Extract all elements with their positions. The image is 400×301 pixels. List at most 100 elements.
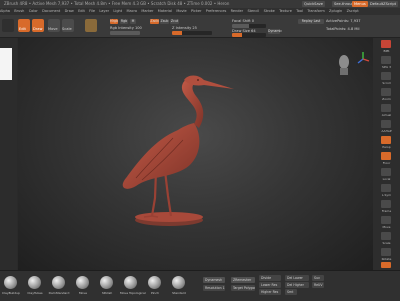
- persp-label: Persp: [382, 145, 391, 149]
- menu-brush[interactable]: Brush: [14, 8, 24, 15]
- higher-res-button[interactable]: Higher Res: [259, 289, 281, 295]
- bottom-tray: ClayBuildup ClayTubes DamStandard Move h…: [0, 270, 400, 301]
- zcut-toggle[interactable]: Zcut: [170, 19, 179, 24]
- lsym-icon[interactable]: [381, 184, 391, 192]
- menu-draw[interactable]: Draw: [65, 8, 74, 15]
- default-zscript-button[interactable]: DefaultZScript: [368, 1, 399, 7]
- menu-edit[interactable]: Edit: [78, 8, 85, 15]
- dynamic-toggle[interactable]: Dynamic: [268, 29, 282, 34]
- zsub-toggle[interactable]: Zsub: [160, 19, 169, 24]
- menu-movie[interactable]: Movie: [176, 8, 186, 15]
- quicksave-button[interactable]: QuickSave: [302, 1, 325, 7]
- zremesher-button[interactable]: ZRemesher: [231, 277, 255, 283]
- aahalf-label: AAHalf: [381, 129, 392, 133]
- solo-icon[interactable]: [381, 262, 391, 268]
- scale-button[interactable]: Scale: [62, 19, 74, 32]
- rgb-intensity-label: Rgb Intensity 100: [110, 26, 142, 30]
- menu-zplugin[interactable]: Zplugin: [329, 8, 342, 15]
- actual-label: Actual: [381, 113, 392, 117]
- del-lower-button[interactable]: Del Lower: [285, 275, 309, 281]
- canvas-viewport[interactable]: [18, 38, 373, 270]
- model-eye: [197, 79, 199, 81]
- mrgb-toggle[interactable]: Mrgb: [110, 19, 118, 24]
- dynamesh-button[interactable]: Dynamesh: [203, 277, 225, 283]
- menus-button[interactable]: Menus: [352, 1, 368, 7]
- menu-marker[interactable]: Marker: [141, 8, 153, 15]
- persp-icon[interactable]: [381, 136, 391, 144]
- menu-color[interactable]: Color: [29, 8, 38, 15]
- local-icon[interactable]: [381, 168, 391, 176]
- menu-material[interactable]: Material: [158, 8, 172, 15]
- menu-picker[interactable]: Picker: [191, 8, 201, 15]
- heron-model[interactable]: [18, 38, 373, 270]
- menu-macro[interactable]: Macro: [126, 8, 137, 15]
- draw-size-slider[interactable]: [232, 33, 266, 37]
- floor-label: Floor: [382, 161, 391, 165]
- main-color-swatch[interactable]: [0, 48, 12, 80]
- menu-tool[interactable]: Tool: [296, 8, 303, 15]
- menu-stencil[interactable]: Stencil: [247, 8, 259, 15]
- head-thumbnail[interactable]: [336, 54, 352, 76]
- focal-shift-slider[interactable]: [232, 24, 266, 28]
- material-sphere-button[interactable]: [85, 19, 97, 32]
- actual-icon[interactable]: [381, 104, 391, 112]
- lower-res-button[interactable]: Lower Res: [259, 282, 281, 288]
- divide-button[interactable]: Divide: [259, 275, 281, 281]
- draw-button[interactable]: Draw: [32, 19, 44, 32]
- bpr-label: BPR: [383, 49, 390, 53]
- brush-label-claytubes: ClayTubes: [27, 291, 43, 295]
- replay-last-button[interactable]: Replay Last: [298, 19, 324, 24]
- brush-label-hpolish: hPolish: [101, 291, 113, 295]
- del-higher-button[interactable]: Del Higher: [285, 282, 309, 288]
- brush-move-icon[interactable]: [76, 276, 89, 289]
- m-toggle[interactable]: M: [130, 19, 136, 24]
- move-view-icon[interactable]: [381, 216, 391, 224]
- brush-damstandard-icon[interactable]: [52, 276, 65, 289]
- suv-toggle[interactable]: Suv: [312, 275, 324, 281]
- target-polygons-slider[interactable]: Target Polygons 5: [231, 285, 255, 291]
- menu-file[interactable]: File: [89, 8, 95, 15]
- smt-toggle[interactable]: Smt: [285, 289, 297, 295]
- title-bar: ZBrush 4R8 • Active Mesh 7,937 • Total M…: [0, 0, 400, 8]
- menu-alpha[interactable]: Alpha: [0, 8, 10, 15]
- scroll-icon[interactable]: [381, 72, 391, 80]
- brush-claytubes-icon[interactable]: [28, 276, 41, 289]
- menu-zscript[interactable]: Zscript: [347, 8, 359, 15]
- brush-pinch-icon[interactable]: [148, 276, 161, 289]
- menu-light[interactable]: Light: [113, 8, 122, 15]
- menu-document[interactable]: Document: [42, 8, 60, 15]
- brush-label-move: Move: [78, 291, 88, 295]
- z-intensity-slider[interactable]: [172, 31, 212, 35]
- brush-hpolish-icon[interactable]: [100, 276, 113, 289]
- floor-icon[interactable]: [381, 152, 391, 160]
- brush-move-topological-icon[interactable]: [124, 276, 137, 289]
- model-leg-right: [163, 170, 173, 217]
- menu-preferences[interactable]: Preferences: [206, 8, 227, 15]
- brush-label-claybuildup: ClayBuildup: [2, 291, 20, 295]
- zoom-icon[interactable]: [381, 88, 391, 96]
- spix-button[interactable]: [381, 56, 391, 64]
- frame-icon[interactable]: [381, 200, 391, 208]
- reuv-button[interactable]: ReUV: [312, 282, 324, 288]
- menu-stroke[interactable]: Stroke: [264, 8, 275, 15]
- rgb-intensity-slider[interactable]: [110, 31, 140, 35]
- brush-label-move-topological: Move Topological: [120, 291, 146, 295]
- rotate-view-icon[interactable]: [381, 248, 391, 256]
- rgb-toggle[interactable]: Rgb: [120, 19, 128, 24]
- edit-button[interactable]: Edit: [18, 19, 30, 32]
- brush-standard-icon[interactable]: [172, 276, 185, 289]
- brush-label-damstandard: DamStandard: [48, 291, 70, 295]
- zadd-toggle[interactable]: Zadd: [150, 19, 159, 24]
- bpr-button[interactable]: [381, 40, 391, 48]
- aahalf-icon[interactable]: [381, 120, 391, 128]
- menu-render[interactable]: Render: [231, 8, 243, 15]
- resolution-slider[interactable]: Resolution 128: [203, 285, 225, 291]
- lightbox-button[interactable]: [2, 19, 14, 32]
- menu-transform[interactable]: Transform: [307, 8, 324, 15]
- menu-layer[interactable]: Layer: [99, 8, 109, 15]
- brush-claybuildup-icon[interactable]: [4, 276, 17, 289]
- menu-texture[interactable]: Texture: [279, 8, 292, 15]
- axis-gizmo-icon[interactable]: [356, 50, 370, 66]
- move-button[interactable]: Move: [48, 19, 60, 32]
- scale-view-icon[interactable]: [381, 232, 391, 240]
